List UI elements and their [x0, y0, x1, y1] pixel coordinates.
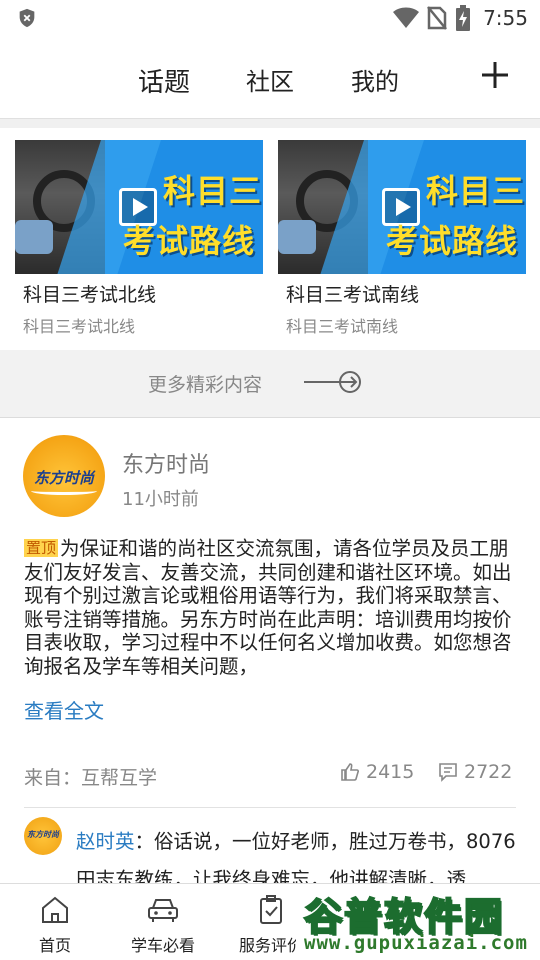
- thumb-title-line1: 科目三: [163, 172, 263, 210]
- post-author[interactable]: 东方时尚: [122, 447, 210, 479]
- home-icon: [42, 896, 68, 923]
- video-thumbnail[interactable]: 科目三 考试路线: [15, 140, 263, 274]
- avatar[interactable]: 东方时尚: [23, 435, 105, 517]
- bottom-nav-label: 学车必看: [130, 936, 195, 955]
- comment-divider: [24, 807, 516, 808]
- avatar-logo-text: 东方时尚: [33, 469, 94, 487]
- comment-text: ：俗话说，一位好老师，胜过万卷书，8076田志东教练，让我终身难忘，他讲解清晰，…: [76, 830, 516, 891]
- status-icons: 7:55: [393, 4, 528, 32]
- comment-icon: [439, 763, 457, 782]
- watermark: 谷普软件园 www.gupuxiazai.com: [296, 884, 540, 960]
- driver-hand: [278, 220, 316, 254]
- tab-topics[interactable]: 话题: [138, 62, 190, 99]
- comment-count: 2722: [464, 761, 513, 783]
- post-source: 来自：互帮互学: [24, 767, 158, 789]
- avatar-swoosh: [31, 487, 97, 495]
- more-content-label[interactable]: 更多精彩内容: [148, 370, 262, 397]
- bottom-nav-home[interactable]: 首页: [0, 894, 110, 956]
- more-content-row[interactable]: 更多精彩内容: [0, 350, 540, 418]
- car-icon: [148, 899, 178, 922]
- like-button[interactable]: 2415: [340, 761, 414, 783]
- post-time: 11小时前: [122, 489, 199, 510]
- tab-mine[interactable]: 我的: [351, 62, 399, 97]
- no-sim-icon: [427, 6, 448, 30]
- video-card[interactable]: 科目三 考试路线 科目三考试北线 科目三考试北线: [15, 140, 263, 337]
- thumbs-up-icon: [341, 763, 359, 781]
- watermark-url: www.gupuxiazai.com: [304, 932, 528, 954]
- read-more-link[interactable]: 查看全文: [24, 695, 104, 724]
- comment-avatar[interactable]: 东方时尚: [24, 817, 62, 855]
- driver-hand: [15, 220, 53, 254]
- post-text: 为保证和谐的尚社区交流氛围，请各位学员及员工朋友们友好发言、友善交流，共同创建和…: [24, 537, 512, 678]
- video-subtitle: 科目三考试南线: [286, 317, 399, 336]
- video-title: 科目三考试北线: [23, 284, 157, 306]
- wifi-icon: [393, 7, 420, 28]
- shield-icon: [19, 8, 35, 28]
- tab-community[interactable]: 社区: [246, 62, 294, 97]
- top-nav: 话题 社区 我的: [0, 38, 540, 118]
- thumb-title-line1: 科目三: [426, 172, 526, 210]
- video-card[interactable]: 科目三 考试路线 科目三考试南线 科目三考试南线: [278, 140, 526, 337]
- comment-avatar-text: 东方时尚: [27, 830, 59, 839]
- battery-charging-icon: [456, 5, 471, 31]
- plus-icon[interactable]: [480, 60, 510, 90]
- thumb-title-line2: 考试路线: [386, 222, 519, 260]
- like-count: 2415: [366, 761, 415, 783]
- arrow-right-circle-icon[interactable]: [304, 370, 362, 394]
- video-title: 科目三考试南线: [286, 284, 420, 306]
- bottom-nav-learn-driving[interactable]: 学车必看: [108, 894, 218, 956]
- status-time: 7:55: [483, 6, 528, 30]
- video-thumbnail[interactable]: 科目三 考试路线: [278, 140, 526, 274]
- comment-button[interactable]: 2722: [438, 761, 512, 783]
- clipboard-check-icon: [260, 895, 282, 924]
- pinned-badge: 置顶: [24, 539, 59, 557]
- bottom-nav-label: 首页: [38, 936, 71, 955]
- video-list: 科目三 考试路线 科目三考试北线 科目三考试北线 科目三 考试路线 科目三考试南…: [0, 128, 540, 350]
- status-bar: 7:55: [0, 0, 540, 38]
- thumb-title-line2: 考试路线: [123, 222, 256, 260]
- post-body[interactable]: 置顶 为保证和谐的尚社区交流氛围，请各位学员及员工朋友们友好发言、友善交流，共同创…: [24, 537, 516, 678]
- video-subtitle: 科目三考试北线: [23, 317, 136, 336]
- comment-author[interactable]: 赵时英: [76, 830, 135, 853]
- section-divider: [0, 118, 540, 128]
